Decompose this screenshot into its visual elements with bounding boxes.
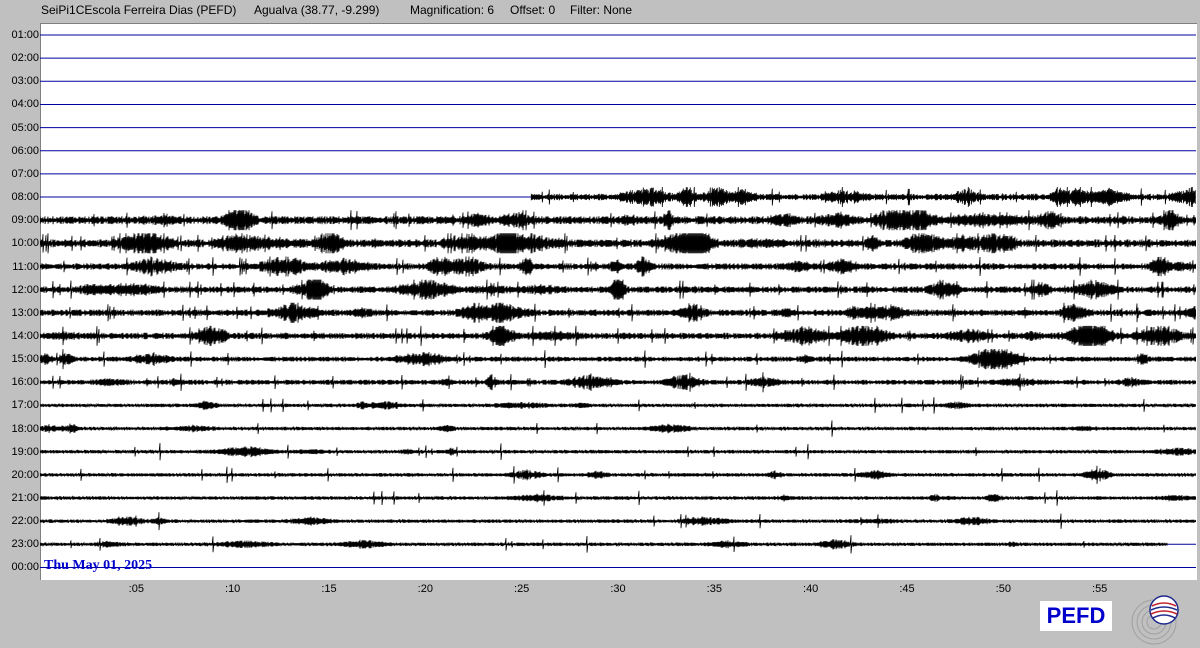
seismic-trace xyxy=(40,279,1196,300)
minute-tick-label: :10 xyxy=(225,583,241,595)
magnification-readout: Magnification: 6 xyxy=(410,3,495,17)
date-label: Thu May 01, 2025 xyxy=(44,558,153,573)
minute-tick-label: :05 xyxy=(128,583,144,595)
header-bar: SeiPi1CEscola Ferreira Dias (PEFD) Agual… xyxy=(0,0,1200,22)
minute-tick-label: :30 xyxy=(610,583,626,595)
hour-label: 11:00 xyxy=(12,260,39,273)
hour-label: 18:00 xyxy=(11,422,39,435)
seismic-trace xyxy=(40,210,1196,231)
hour-label: 21:00 xyxy=(11,492,39,504)
station-name: SeiPi1CEscola Ferreira Dias (PEFD) xyxy=(41,3,237,17)
seismic-trace xyxy=(40,420,1196,437)
hour-label: 10:00 xyxy=(11,237,39,250)
minute-tick-label: :35 xyxy=(706,583,722,595)
minute-tick-label: :55 xyxy=(1092,583,1108,595)
seismic-trace xyxy=(40,465,1196,484)
seismic-trace xyxy=(40,490,1196,506)
minute-tick-label: :45 xyxy=(899,583,915,595)
hour-label: 17:00 xyxy=(11,399,39,412)
hour-label: 23:00 xyxy=(11,538,39,551)
seismic-trace xyxy=(40,302,1196,323)
seismogram-traces xyxy=(40,34,1196,568)
hour-label: 02:00 xyxy=(11,52,39,65)
seismic-trace xyxy=(40,372,1196,393)
hour-label: 07:00 xyxy=(11,167,39,180)
hour-label: 08:00 xyxy=(11,191,39,204)
hour-label: 01:00 xyxy=(11,29,39,41)
hour-label: 13:00 xyxy=(11,306,39,319)
seismic-trace xyxy=(40,397,1196,414)
minute-tick-label: :20 xyxy=(417,583,433,595)
hour-label: 16:00 xyxy=(11,376,39,389)
offset-readout: Offset: 0 xyxy=(510,3,556,17)
seismic-trace xyxy=(40,349,1196,370)
seismic-trace xyxy=(40,256,1196,277)
hour-label: 06:00 xyxy=(11,144,39,157)
filter-readout: Filter: None xyxy=(570,3,633,17)
hour-label: 03:00 xyxy=(11,75,39,88)
hour-label: 12:00 xyxy=(11,283,39,296)
minute-tick-label: :50 xyxy=(995,583,1011,595)
seismic-trace xyxy=(40,443,1196,461)
pefd-logo: PEFD xyxy=(1040,601,1112,631)
minute-tick-label: :25 xyxy=(514,583,530,595)
minute-tick-label: :15 xyxy=(321,583,337,595)
hour-label: 22:00 xyxy=(11,515,39,528)
hour-label: 09:00 xyxy=(11,214,39,227)
seismic-trace xyxy=(530,186,1196,208)
hour-label: 14:00 xyxy=(11,329,39,342)
hour-label: 15:00 xyxy=(11,353,39,366)
hour-label: 19:00 xyxy=(11,445,39,458)
hour-label: 04:00 xyxy=(11,98,39,111)
seismic-trace xyxy=(40,535,1168,554)
minute-tick-label: :40 xyxy=(803,583,819,595)
seismic-trace xyxy=(40,512,1196,531)
hour-label: 00:00 xyxy=(11,561,39,574)
station-seal-icon xyxy=(1131,595,1179,645)
station-location: Agualva (38.77, -9.299) xyxy=(254,3,380,17)
seismic-trace xyxy=(40,325,1196,346)
hour-label: 20:00 xyxy=(11,468,39,481)
seismic-trace xyxy=(40,233,1196,254)
hour-label: 05:00 xyxy=(11,121,39,134)
